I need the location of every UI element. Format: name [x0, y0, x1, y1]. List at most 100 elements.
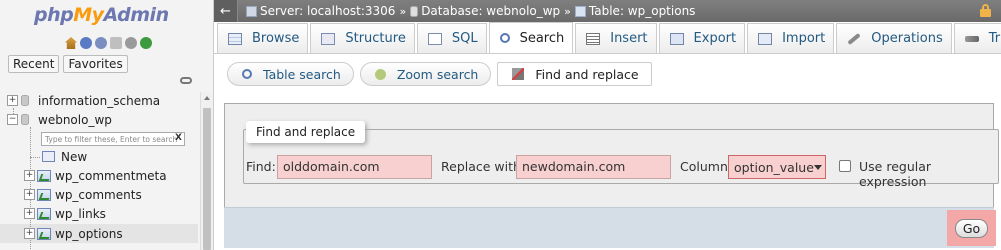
breadcrumb: ← Server: localhost:3306 » Database: web… — [214, 0, 1001, 22]
main-panel: ← Server: localhost:3306 » Database: web… — [214, 0, 1001, 250]
lock-icon[interactable] — [980, 4, 991, 17]
column-select-value: option_value — [734, 159, 814, 175]
table-filter-input[interactable]: Type to filter these, Enter to search — [41, 132, 185, 146]
breadcrumb-table-label[interactable]: Table: wp_options — [589, 4, 696, 18]
navigation-panel: phpMyAdmin Recent Favorites + informatio… — [0, 0, 214, 250]
tab-label: Structure — [345, 31, 406, 46]
breadcrumb-server-label[interactable]: Server: localhost:3306 — [260, 4, 395, 18]
link-with-main-panel-icon[interactable] — [180, 77, 192, 84]
collapse-icon[interactable]: − — [7, 114, 18, 125]
logout-icon[interactable] — [80, 37, 92, 49]
table-label[interactable]: wp_options — [55, 227, 123, 241]
reload-icon[interactable] — [140, 37, 152, 49]
tab-import[interactable]: Import — [747, 23, 835, 53]
table-icon — [37, 227, 51, 240]
tab-insert[interactable]: Insert — [575, 23, 657, 53]
documentation-icon[interactable] — [110, 37, 122, 49]
tree-table-item[interactable]: + wp_commentmeta — [24, 166, 167, 185]
export-icon — [669, 32, 684, 45]
tab-label: Operations — [871, 31, 943, 46]
tree-table-item-selected[interactable]: + wp_options — [24, 224, 123, 243]
scroll-thumb[interactable] — [203, 108, 211, 250]
expand-icon[interactable]: + — [24, 189, 35, 200]
scroll-up-icon[interactable] — [204, 96, 210, 100]
tab-label: Insert — [610, 31, 648, 46]
tab-label: Export — [693, 31, 737, 46]
column-label: Column: — [680, 159, 733, 174]
find-input[interactable]: olddomain.com — [277, 155, 432, 179]
search-subtabs: Table search Zoom search Find and replac… — [227, 62, 652, 86]
subtab-label: Table search — [263, 66, 341, 82]
regex-label[interactable]: Use regular expression — [859, 159, 1001, 189]
tab-export[interactable]: Export — [658, 23, 746, 53]
tab-structure[interactable]: Structure — [310, 23, 415, 53]
find-label: Find: — [246, 159, 276, 174]
back-arrow-icon[interactable]: ← — [214, 0, 238, 22]
subtab-label: Zoom search — [396, 66, 479, 82]
tab-search[interactable]: Search — [488, 22, 574, 53]
expand-icon[interactable]: + — [24, 228, 35, 239]
recent-button[interactable]: Recent — [8, 55, 60, 73]
subtab-find-replace[interactable]: Find and replace — [497, 62, 652, 86]
zoom-icon — [374, 68, 386, 80]
expand-icon[interactable]: + — [24, 170, 35, 181]
settings-icon[interactable] — [125, 37, 137, 49]
column-select[interactable]: option_value — [728, 155, 826, 179]
nav-scrollbar[interactable] — [200, 92, 213, 250]
regex-checkbox[interactable] — [839, 160, 851, 172]
replace-input[interactable]: newdomain.com — [516, 155, 671, 179]
logo-admin: Admin — [103, 4, 170, 26]
table-label[interactable]: wp_comments — [55, 188, 142, 202]
tree-new-table[interactable]: New — [40, 147, 87, 166]
table-icon — [37, 188, 51, 201]
breadcrumb-separator: » — [399, 4, 407, 18]
breadcrumb-database[interactable]: Database: webnolo_wp » — [410, 4, 571, 18]
db-label[interactable]: information_schema — [38, 94, 160, 108]
tree-db-information-schema[interactable]: + information_schema — [7, 91, 160, 110]
breadcrumb-separator: » — [564, 4, 571, 18]
tab-label: Search — [519, 30, 565, 46]
home-icon[interactable] — [65, 37, 77, 49]
table-icon — [37, 207, 51, 220]
tab-operations[interactable]: Operations — [836, 23, 952, 53]
tree-table-item[interactable]: + wp_comments — [24, 185, 142, 204]
database-icon — [21, 114, 29, 125]
nav-tabs: Recent Favorites — [8, 55, 128, 73]
table-tabs: Browse Structure SQL Search Insert Expor… — [214, 22, 1001, 54]
nav-icon-bar — [65, 37, 152, 49]
tree-db-webnolo-wp[interactable]: − webnolo_wp — [7, 110, 112, 129]
table-label[interactable]: wp_commentmeta — [55, 169, 167, 183]
database-icon — [410, 5, 419, 17]
new-label[interactable]: New — [61, 150, 87, 164]
browse-icon — [228, 32, 242, 45]
form-footer — [224, 207, 994, 248]
help-icon[interactable] — [95, 37, 107, 49]
tab-sql[interactable]: SQL — [416, 23, 487, 53]
tree-line — [30, 157, 40, 158]
subtab-zoom-search[interactable]: Zoom search — [359, 62, 492, 86]
expand-icon[interactable]: + — [7, 95, 18, 106]
import-icon — [758, 32, 773, 45]
db-label[interactable]: webnolo_wp — [38, 113, 112, 127]
breadcrumb-server[interactable]: Server: localhost:3306 » — [246, 4, 406, 18]
tab-triggers[interactable]: Triggers — [953, 23, 1001, 53]
logo-php: php — [34, 4, 74, 26]
breadcrumb-database-label[interactable]: Database: webnolo_wp — [421, 4, 560, 18]
go-button[interactable]: Go — [954, 218, 989, 238]
expand-icon[interactable]: + — [24, 208, 35, 219]
tree-table-item[interactable]: + wp_links — [24, 204, 106, 223]
tab-browse[interactable]: Browse — [217, 23, 309, 53]
tab-label: SQL — [451, 31, 478, 46]
wrench-icon — [847, 32, 861, 45]
server-icon — [246, 5, 257, 17]
logo-my: My — [73, 4, 104, 26]
go-button-highlight: Go — [947, 210, 996, 246]
clear-filter-button[interactable]: X — [175, 133, 182, 143]
table-label[interactable]: wp_links — [55, 207, 106, 221]
favorites-button[interactable]: Favorites — [63, 55, 128, 73]
breadcrumb-table[interactable]: Table: wp_options — [574, 4, 696, 18]
triggers-icon — [964, 35, 979, 42]
phpmyadmin-logo[interactable]: phpMyAdmin — [34, 4, 169, 26]
subtab-table-search[interactable]: Table search — [227, 62, 354, 86]
table-icon — [574, 5, 586, 17]
